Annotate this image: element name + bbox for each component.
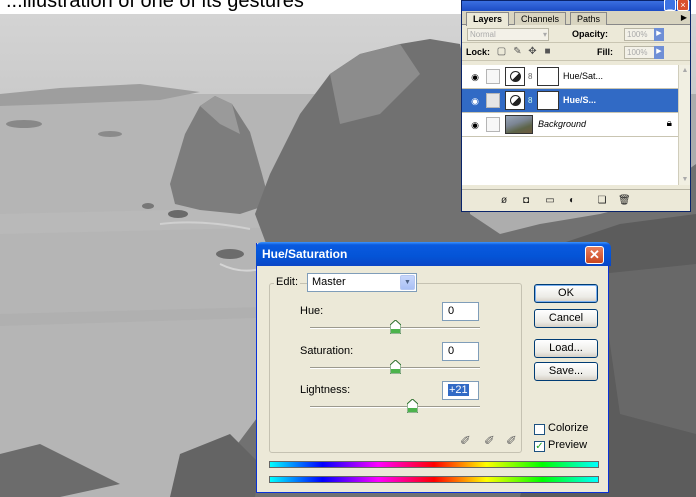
- saturation-slider-thumb[interactable]: [389, 359, 401, 375]
- layer-row-background[interactable]: ◉ Background 🔒︎: [462, 113, 680, 137]
- layer-row[interactable]: ◉ 8 Hue/Sat...: [462, 65, 680, 89]
- layer-mask-thumbnail[interactable]: [537, 67, 559, 86]
- layers-panel: _ × Layers Channels Paths ▶ Normal ▾ Opa…: [461, 0, 691, 212]
- preview-label: Preview: [548, 439, 588, 451]
- fill-label: Fill:: [597, 47, 613, 57]
- layer-name: Background: [538, 119, 587, 129]
- layer-brush-box[interactable]: [486, 93, 500, 108]
- chain-link-icon[interactable]: 8: [528, 95, 534, 107]
- hue-input[interactable]: 0: [442, 302, 479, 321]
- minimize-button[interactable]: _: [664, 0, 676, 11]
- cancel-button[interactable]: Cancel: [534, 309, 598, 328]
- eye-icon[interactable]: ◉: [468, 71, 482, 83]
- layer-name: Hue/Sat...: [563, 71, 604, 81]
- lightness-value: +21: [448, 384, 469, 396]
- fill-value: 100%: [627, 48, 648, 57]
- eyedropper-minus-icon[interactable]: ✐: [506, 433, 522, 449]
- trash-icon[interactable]: 🗑︎: [618, 195, 631, 207]
- preview-checkbox[interactable]: ✓: [534, 441, 545, 452]
- spectrum-bar-output: [269, 476, 599, 483]
- blend-mode-value: Normal: [470, 30, 496, 39]
- chevron-down-icon: ▾: [542, 30, 547, 39]
- layer-row-selected[interactable]: ◉ 8 Hue/S...: [462, 89, 680, 113]
- lightness-input[interactable]: +21: [442, 381, 479, 400]
- hue-saturation-dialog: Hue/Saturation ✕ Edit: Master ▼ Hue: 0 S…: [256, 242, 611, 493]
- tab-layers[interactable]: Layers: [466, 12, 510, 26]
- colorize-checkbox[interactable]: [534, 424, 545, 435]
- opacity-field[interactable]: 100% ▶: [624, 28, 664, 41]
- close-icon[interactable]: ×: [677, 0, 689, 11]
- blend-row: Normal ▾ Opacity: 100% ▶: [462, 25, 690, 43]
- eye-icon[interactable]: ◉: [468, 119, 482, 131]
- close-icon[interactable]: ✕: [585, 246, 604, 264]
- layer-name: Hue/S...: [563, 95, 597, 105]
- edit-channel-select[interactable]: Master ▼: [307, 273, 417, 292]
- lock-move-icon[interactable]: ✥: [527, 46, 538, 57]
- chain-link-icon[interactable]: 8: [528, 71, 534, 83]
- background-thumbnail: [505, 115, 533, 134]
- lock-transparency-icon[interactable]: ▢: [496, 46, 507, 57]
- chevron-down-icon[interactable]: ▼: [400, 275, 415, 290]
- save-button[interactable]: Save...: [534, 362, 598, 381]
- panel-menu-arrow-icon[interactable]: ▶: [681, 13, 687, 22]
- saturation-input[interactable]: 0: [442, 342, 479, 361]
- scroll-down-icon[interactable]: ▼: [680, 176, 690, 183]
- opacity-arrow-icon[interactable]: ▶: [654, 28, 664, 41]
- adjustment-thumbnail: [505, 67, 525, 86]
- load-button[interactable]: Load...: [534, 339, 598, 358]
- scroll-up-icon[interactable]: ▲: [680, 67, 690, 74]
- layer-mask-thumbnail[interactable]: [537, 91, 559, 110]
- new-adjustment-icon[interactable]: ◐: [566, 195, 578, 207]
- saturation-label: Saturation:: [300, 345, 354, 357]
- dialog-title[interactable]: Hue/Saturation: [256, 242, 611, 266]
- layer-link-box[interactable]: [486, 69, 500, 84]
- eyedropper-icon[interactable]: ✐: [460, 433, 476, 449]
- lock-icon: 🔒︎: [666, 118, 672, 129]
- opacity-value: 100%: [627, 30, 648, 39]
- eyedropper-plus-icon[interactable]: ✐: [484, 433, 500, 449]
- lock-row: Lock: ▢ ✎ ✥ ■ Fill: 100% ▶: [462, 43, 690, 61]
- layer-list: ◉ 8 Hue/Sat... ◉ 8 Hue/S... ◉ Background…: [462, 65, 680, 185]
- layers-scrollbar[interactable]: ▲ ▼: [678, 65, 690, 185]
- blend-mode-select[interactable]: Normal ▾: [467, 28, 549, 41]
- eye-icon[interactable]: ◉: [468, 95, 482, 107]
- lightness-slider-thumb[interactable]: [406, 398, 419, 414]
- opacity-label: Opacity:: [572, 29, 609, 39]
- tab-paths[interactable]: Paths: [570, 12, 608, 25]
- new-group-icon[interactable]: ▭: [544, 195, 556, 207]
- tab-channels[interactable]: Channels: [514, 12, 567, 25]
- fill-field[interactable]: 100% ▶: [624, 46, 664, 59]
- edit-label: Edit:: [274, 276, 301, 288]
- lock-all-icon[interactable]: ■: [542, 46, 553, 57]
- layers-tabbar: Layers Channels Paths ▶: [462, 11, 690, 26]
- hue-label: Hue:: [300, 305, 324, 317]
- lightness-label: Lightness:: [300, 384, 351, 396]
- new-layer-icon[interactable]: ❏: [596, 195, 608, 207]
- edit-channel-value: Master: [312, 276, 346, 288]
- layers-titlebar[interactable]: _ ×: [462, 0, 690, 11]
- lightness-slider-track[interactable]: [310, 406, 480, 408]
- hue-slider-thumb[interactable]: [389, 319, 401, 335]
- layer-link-box[interactable]: [486, 117, 500, 132]
- spectrum-bar-input: [269, 461, 599, 468]
- fill-arrow-icon[interactable]: ▶: [654, 46, 664, 59]
- adjustment-thumbnail: [505, 91, 525, 110]
- layer-style-icon[interactable]: ø: [498, 195, 510, 207]
- colorize-label: Colorize: [548, 422, 589, 434]
- lock-label: Lock:: [466, 47, 491, 57]
- layers-toolbar: ø ◘ ▭ ◐ ❏ 🗑︎: [462, 189, 690, 211]
- add-mask-icon[interactable]: ◘: [520, 195, 532, 207]
- lock-brush-icon[interactable]: ✎: [512, 46, 523, 57]
- ok-button[interactable]: OK: [534, 284, 598, 303]
